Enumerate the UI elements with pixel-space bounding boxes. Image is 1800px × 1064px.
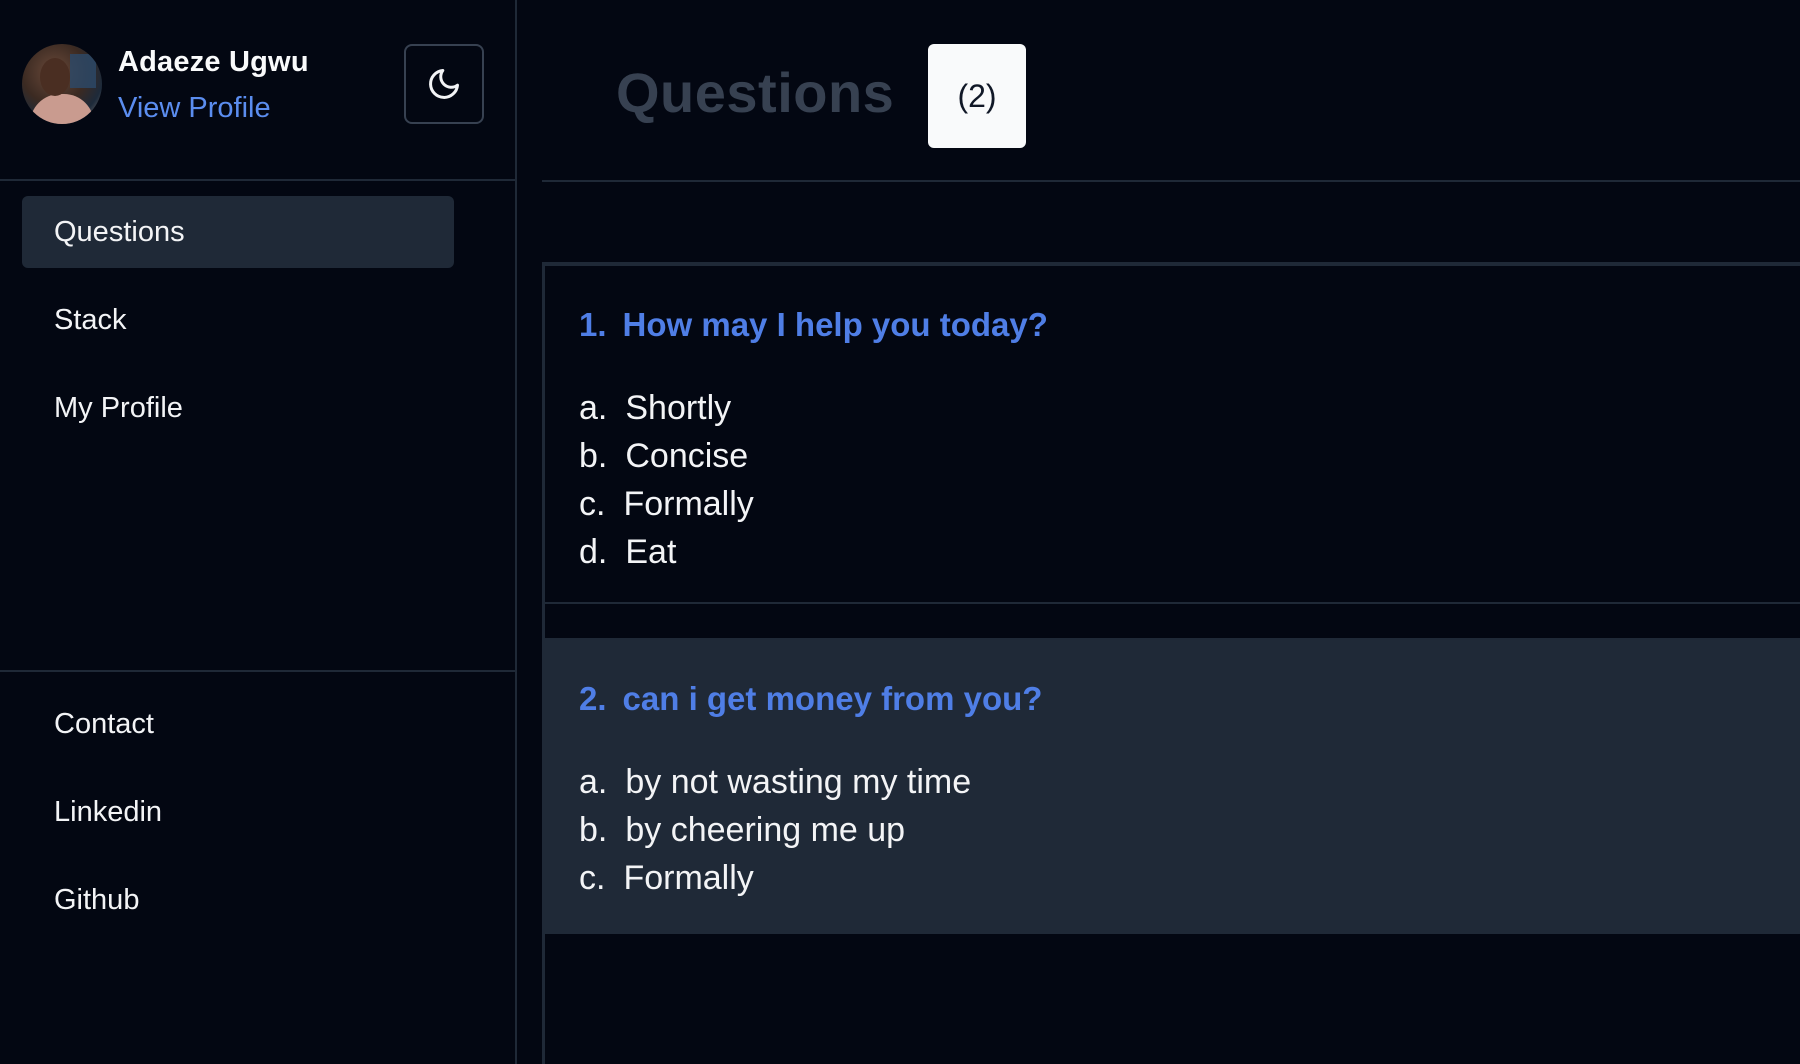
option-list: a. Shortly b. Concise c. Formally d. Eat [579, 384, 754, 576]
option-text: by cheering me up [625, 810, 906, 849]
avatar[interactable] [22, 44, 102, 124]
sidebar-item-label: Questions [54, 215, 185, 248]
option-item[interactable]: b. Concise [579, 432, 754, 480]
option-text: by not wasting my time [625, 762, 972, 801]
sidebar-item-label: Linkedin [54, 795, 163, 828]
sidebar-divider [0, 670, 515, 672]
option-text: Concise [625, 436, 749, 475]
question-card[interactable]: 2. can i get money from you? a. by not w… [545, 638, 1800, 934]
sidebar-item-questions[interactable]: Questions [22, 196, 454, 268]
question-text: How may I help you today? [622, 306, 1048, 343]
option-letter: b. [579, 810, 608, 849]
view-profile-link[interactable]: View Profile [118, 92, 271, 125]
moon-icon [429, 69, 459, 99]
profile-header: Adaeze Ugwu View Profile [0, 0, 515, 181]
question-number: 1. [579, 306, 607, 343]
option-letter: c. [579, 484, 606, 523]
main-content: Questions (2) 1. How may I help you toda… [517, 0, 1800, 1064]
sidebar: Adaeze Ugwu View Profile Questions Stack… [0, 0, 517, 1064]
theme-toggle-button[interactable] [404, 44, 484, 124]
option-text: Eat [625, 532, 677, 571]
page-header: Questions (2) [542, 0, 1800, 182]
option-item[interactable]: a. by not wasting my time [579, 758, 971, 806]
option-letter: a. [579, 762, 608, 801]
question-text: can i get money from you? [622, 680, 1043, 717]
sidebar-item-label: Contact [54, 707, 154, 740]
user-name: Adaeze Ugwu [118, 46, 309, 78]
option-text: Shortly [625, 388, 732, 427]
option-list: a. by not wasting my time b. by cheering… [579, 758, 971, 902]
option-item[interactable]: b. by cheering me up [579, 806, 971, 854]
sidebar-item-github[interactable]: Github [22, 864, 454, 936]
question-number: 2. [579, 680, 607, 717]
option-item[interactable]: a. Shortly [579, 384, 754, 432]
sidebar-item-label: My Profile [54, 391, 183, 424]
option-item[interactable]: c. Formally [579, 854, 971, 902]
question-list: 1. How may I help you today? a. Shortly … [542, 262, 1800, 1064]
question-count-badge: (2) [928, 44, 1026, 148]
option-text: Formally [623, 858, 754, 897]
option-letter: d. [579, 532, 608, 571]
question-title: 1. How may I help you today? [579, 306, 1048, 344]
sidebar-item-label: Github [54, 883, 140, 916]
sidebar-item-label: Stack [54, 303, 127, 336]
app: Adaeze Ugwu View Profile Questions Stack… [0, 0, 1800, 1064]
option-item[interactable]: d. Eat [579, 528, 754, 576]
page-title: Questions [616, 61, 895, 124]
sidebar-item-contact[interactable]: Contact [22, 688, 454, 760]
sidebar-item-stack[interactable]: Stack [22, 284, 454, 356]
option-item[interactable]: c. Formally [579, 480, 754, 528]
sidebar-item-linkedin[interactable]: Linkedin [22, 776, 454, 848]
option-letter: c. [579, 858, 606, 897]
option-letter: b. [579, 436, 608, 475]
question-card[interactable]: 1. How may I help you today? a. Shortly … [545, 262, 1800, 604]
question-title: 2. can i get money from you? [579, 680, 1042, 718]
option-text: Formally [623, 484, 754, 523]
option-letter: a. [579, 388, 608, 427]
sidebar-item-my-profile[interactable]: My Profile [22, 372, 454, 444]
